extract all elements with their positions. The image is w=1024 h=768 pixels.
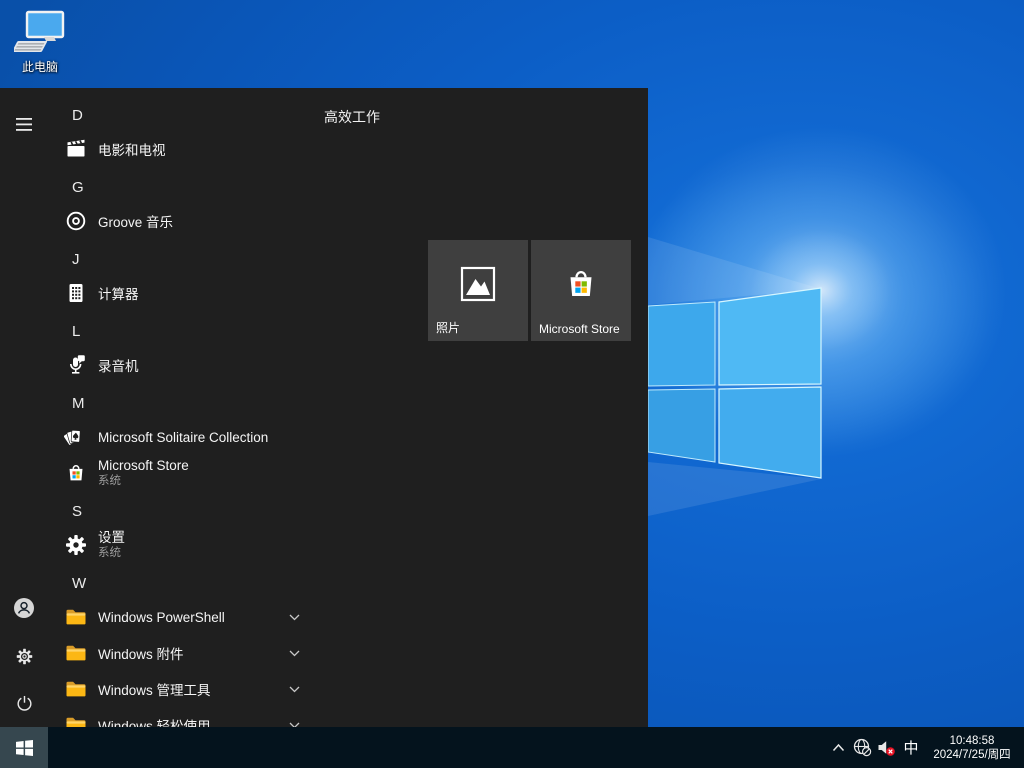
power-button[interactable] <box>0 683 48 723</box>
desktop-icon-this-pc[interactable]: 此电脑 <box>8 10 72 75</box>
chevron-down-icon <box>289 614 300 621</box>
power-icon <box>15 694 34 713</box>
app-label: 设置 <box>98 530 125 546</box>
start-button[interactable] <box>0 727 48 768</box>
app-item-calculator[interactable]: 计算器 <box>64 275 139 311</box>
windows-logo-icon <box>16 740 33 756</box>
tile-microsoft-store[interactable]: Microsoft Store <box>531 240 631 341</box>
chevron-up-icon <box>832 743 845 752</box>
show-hidden-icons-button[interactable] <box>826 727 850 768</box>
photos-icon <box>460 266 496 302</box>
user-icon <box>13 597 35 619</box>
user-account-button[interactable] <box>0 588 48 628</box>
taskbar-empty-area[interactable] <box>48 727 826 768</box>
app-group-letter[interactable]: L <box>72 313 80 349</box>
tile-label: Microsoft Store <box>539 322 620 336</box>
app-item-settings[interactable]: 设置 系统 <box>64 527 125 563</box>
desktop: 此电脑 <box>0 0 1024 768</box>
tile-label: 照片 <box>436 319 460 336</box>
this-pc-label: 此电脑 <box>22 58 58 75</box>
start-menu-rail <box>0 88 48 727</box>
movies-tv-icon <box>64 137 88 161</box>
app-sublabel: 系统 <box>98 546 125 560</box>
chevron-down-icon <box>289 650 300 657</box>
tile-photos[interactable]: 照片 <box>428 240 528 341</box>
app-group-letter[interactable]: S <box>72 493 82 529</box>
voice-recorder-icon <box>64 353 88 377</box>
app-item-solitaire[interactable]: Microsoft Solitaire Collection <box>64 419 268 455</box>
app-label: Groove 音乐 <box>98 211 173 231</box>
store-icon <box>64 461 88 485</box>
chevron-down-icon <box>289 686 300 693</box>
calculator-icon <box>64 281 88 305</box>
expand-chevron[interactable] <box>286 671 302 707</box>
ime-indicator[interactable]: 中 <box>898 727 924 768</box>
app-label: Microsoft Solitaire Collection <box>98 430 268 445</box>
system-tray: 中 10:48:58 2024/7/25/周四 <box>826 727 1024 768</box>
tile-group-header[interactable]: 高效工作 <box>324 107 380 127</box>
this-pc-icon <box>14 10 66 56</box>
expand-chevron[interactable] <box>286 707 302 727</box>
folder-icon <box>64 713 88 727</box>
speaker-muted-icon <box>877 739 896 757</box>
store-icon <box>563 264 599 304</box>
app-label: 录音机 <box>98 355 139 375</box>
app-group-letter[interactable]: W <box>72 565 86 601</box>
start-menu: D 电影和电视 G <box>0 88 648 727</box>
app-label: Microsoft Store <box>98 458 189 474</box>
settings-gear-icon <box>64 533 88 557</box>
globe-no-internet-icon <box>853 738 872 757</box>
app-group-letter[interactable]: J <box>72 241 80 277</box>
groove-music-icon <box>64 209 88 233</box>
app-label: Windows 管理工具 <box>98 679 211 699</box>
app-sublabel: 系统 <box>98 474 189 488</box>
expand-chevron[interactable] <box>286 599 302 635</box>
solitaire-icon <box>64 425 88 449</box>
network-status-button[interactable] <box>850 727 874 768</box>
volume-button[interactable] <box>874 727 898 768</box>
gear-outline-icon <box>15 647 34 666</box>
clock-date: 2024/7/25/周四 <box>924 748 1020 762</box>
app-label: 电影和电视 <box>98 139 166 159</box>
app-group-letter[interactable]: D <box>72 97 83 133</box>
app-item-voice-recorder[interactable]: 录音机 <box>64 347 139 383</box>
expand-chevron[interactable] <box>286 635 302 671</box>
app-group-letter[interactable]: G <box>72 169 84 205</box>
app-group-letter[interactable]: M <box>72 385 85 421</box>
menu-toggle-button[interactable] <box>0 104 48 144</box>
app-label: Windows 附件 <box>98 643 184 663</box>
clock[interactable]: 10:48:58 2024/7/25/周四 <box>924 734 1020 762</box>
hamburger-icon <box>16 118 32 131</box>
app-label: Windows 轻松使用 <box>98 715 211 727</box>
folder-item-windows-accessories[interactable]: Windows 附件 <box>64 635 184 671</box>
settings-button[interactable] <box>0 636 48 676</box>
app-label: 计算器 <box>98 283 139 303</box>
folder-icon <box>64 677 88 701</box>
clock-time: 10:48:58 <box>924 734 1020 748</box>
taskbar: 中 10:48:58 2024/7/25/周四 <box>0 727 1024 768</box>
app-item-microsoft-store[interactable]: Microsoft Store 系统 <box>64 455 189 491</box>
app-item-movies-tv[interactable]: 电影和电视 <box>64 131 166 167</box>
folder-item-windows-admin-tools[interactable]: Windows 管理工具 <box>64 671 211 707</box>
folder-item-windows-ease-of-access[interactable]: Windows 轻松使用 <box>64 707 211 727</box>
folder-item-windows-powershell[interactable]: Windows PowerShell <box>64 599 225 635</box>
app-label: Windows PowerShell <box>98 610 225 625</box>
folder-icon <box>64 605 88 629</box>
app-item-groove-music[interactable]: Groove 音乐 <box>64 203 173 239</box>
folder-icon <box>64 641 88 665</box>
